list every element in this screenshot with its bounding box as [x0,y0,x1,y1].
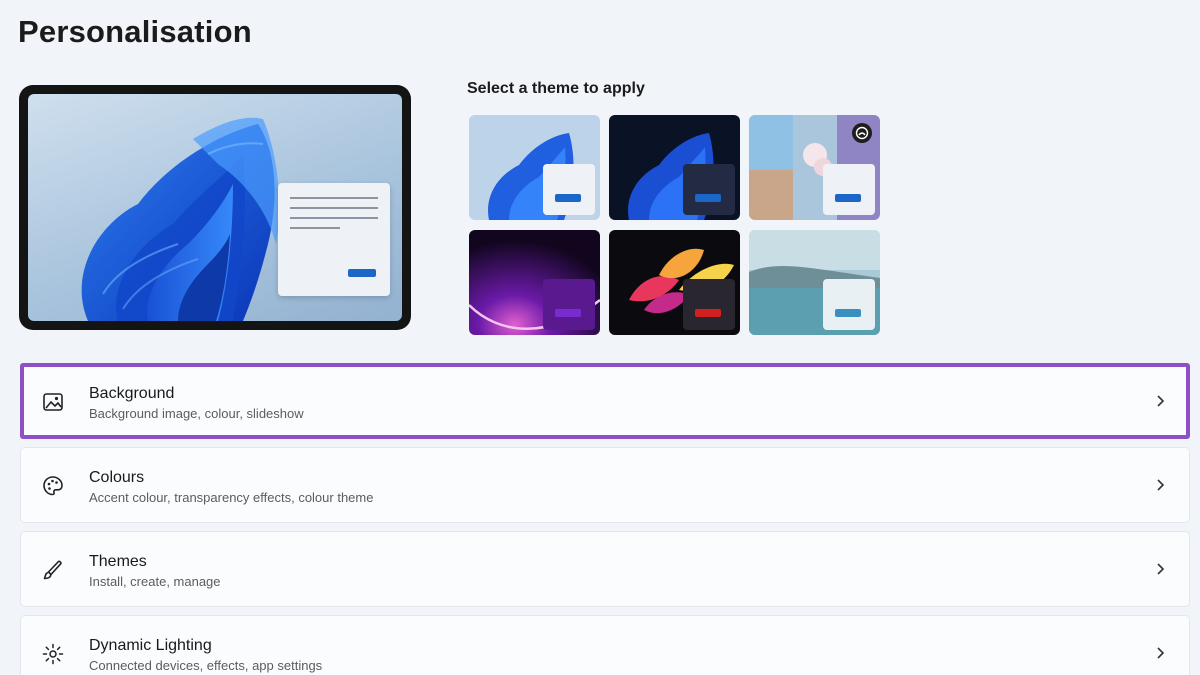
setting-row-themes[interactable]: Themes Install, create, manage [20,531,1190,607]
image-icon [41,390,65,414]
setting-row-colours[interactable]: Colours Accent colour, transparency effe… [20,447,1190,523]
settings-list: Background Background image, colour, sli… [20,363,1190,675]
setting-row-text: Colours Accent colour, transparency effe… [89,468,373,507]
preview-screen [28,94,402,321]
chevron-right-icon [1153,392,1167,410]
setting-subtitle: Install, create, manage [89,574,221,589]
setting-title: Dynamic Lighting [89,637,212,654]
chevron-right-icon [1153,476,1167,494]
palette-icon [41,474,65,498]
brush-icon [41,558,65,582]
setting-row-background[interactable]: Background Background image, colour, sli… [20,363,1190,439]
setting-title: Background [89,385,175,402]
page-title: Personalisation [18,14,252,49]
user-theme-badge-icon [852,123,872,143]
setting-row-text: Dynamic Lighting Connected devices, effe… [89,636,322,675]
theme-tile-windows-light[interactable] [469,115,600,220]
preview-window [278,183,390,296]
theme-tile-windows-dark[interactable] [609,115,740,220]
theme-tile-glow[interactable] [469,230,600,335]
setting-row-text: Themes Install, create, manage [89,552,221,591]
theme-tile-sunrise[interactable] [749,230,880,335]
lighting-icon [41,642,65,666]
setting-title: Colours [89,469,145,486]
setting-subtitle: Background image, colour, slideshow [89,406,304,421]
chevron-right-icon [1153,644,1167,662]
theme-tile-flow[interactable] [609,230,740,335]
setting-subtitle: Accent colour, transparency effects, col… [89,490,374,505]
chevron-right-icon [1153,560,1167,578]
setting-row-dynamic-lighting[interactable]: Dynamic Lighting Connected devices, effe… [20,615,1190,675]
theme-tile-captured-motion[interactable] [749,115,880,220]
setting-title: Themes [89,553,147,570]
themes-grid [469,115,880,335]
setting-row-text: Background Background image, colour, sli… [89,384,304,423]
theme-preview [19,85,411,330]
setting-subtitle: Connected devices, effects, app settings [89,658,323,673]
themes-heading: Select a theme to apply [467,80,645,97]
